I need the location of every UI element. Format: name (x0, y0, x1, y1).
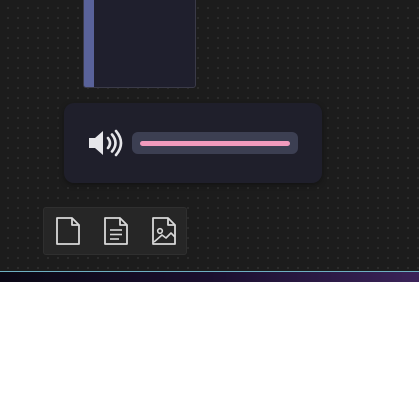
new-document-toolbar (43, 207, 187, 255)
volume-osd-panel (64, 103, 322, 183)
window-accent-strip (84, 0, 94, 87)
new-blank-document-button[interactable] (50, 213, 86, 249)
new-image-document-button[interactable] (146, 213, 182, 249)
speaker-high-volume-icon (89, 129, 123, 157)
text-document-icon (104, 217, 128, 245)
volume-slider[interactable] (132, 132, 298, 154)
image-document-icon (152, 217, 176, 245)
window-thumbnail[interactable] (83, 0, 196, 88)
volume-slider-fill (140, 141, 290, 146)
new-text-document-button[interactable] (98, 213, 134, 249)
desktop-background (0, 0, 419, 271)
taskbar-edge (0, 271, 419, 282)
blank-document-icon (56, 217, 80, 245)
